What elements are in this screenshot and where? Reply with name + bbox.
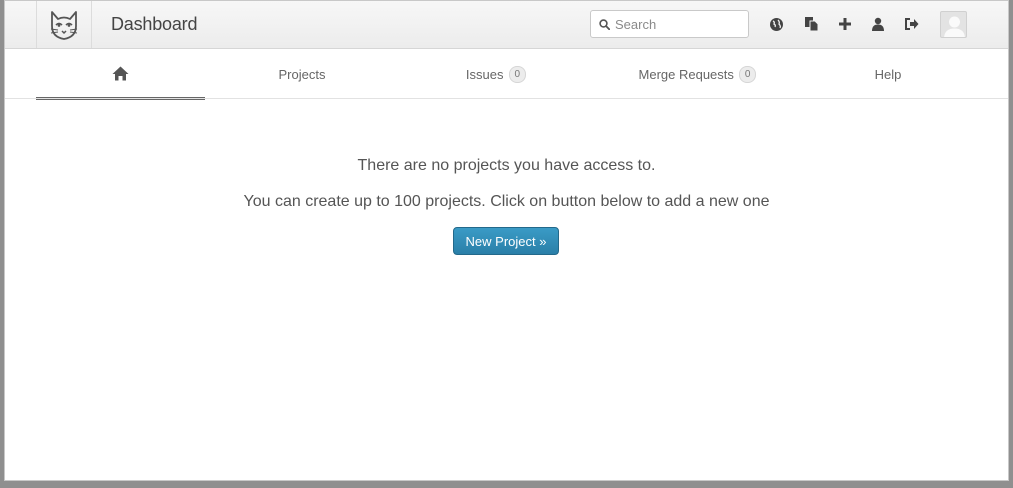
logout-button[interactable]	[902, 15, 920, 33]
globe-icon	[769, 17, 783, 31]
profile-button[interactable]	[869, 15, 887, 33]
explore-button[interactable]	[767, 15, 785, 33]
snippets-button[interactable]	[802, 15, 820, 33]
tab-projects-label: Projects	[278, 66, 326, 82]
empty-state-subtitle: You can create up to 100 projects. Click…	[243, 193, 770, 210]
tab-help[interactable]: Help	[802, 49, 974, 99]
issues-count-badge: 0	[508, 65, 527, 83]
sign-out-icon	[904, 18, 918, 30]
tab-help-label: Help	[874, 66, 902, 82]
new-project-header-button[interactable]	[836, 15, 854, 33]
logo-link[interactable]	[36, 1, 92, 48]
top-header: Dashboard	[5, 1, 1008, 49]
tab-home[interactable]	[36, 49, 205, 100]
nav-divider	[5, 98, 1008, 99]
main-nav: Projects Issues 0 Merge Requests 0 Help	[36, 49, 974, 100]
plus-icon	[839, 18, 851, 30]
tab-issues[interactable]: Issues 0	[399, 49, 593, 99]
merge-requests-count-badge: 0	[738, 65, 757, 83]
user-icon	[872, 17, 884, 31]
copy-icon	[804, 17, 818, 32]
avatar[interactable]	[940, 11, 967, 38]
default-avatar-icon	[944, 16, 965, 37]
logo-icon	[50, 10, 78, 40]
empty-state-title: There are no projects you have access to…	[357, 157, 656, 174]
tab-projects[interactable]: Projects	[205, 49, 399, 99]
search-field[interactable]	[590, 10, 749, 38]
tab-issues-label: Issues	[465, 66, 504, 82]
app-window: Dashboard Search Projects Issues 0 Merge…	[4, 0, 1009, 481]
new-project-button[interactable]: New Project »	[453, 227, 559, 255]
tab-merge-requests-label: Merge Requests	[638, 66, 734, 82]
tab-merge-requests[interactable]: Merge Requests 0	[593, 49, 802, 99]
home-icon	[112, 66, 129, 80]
page-title: Dashboard	[111, 14, 198, 34]
search-icon	[599, 18, 610, 30]
search-input[interactable]	[615, 16, 735, 32]
